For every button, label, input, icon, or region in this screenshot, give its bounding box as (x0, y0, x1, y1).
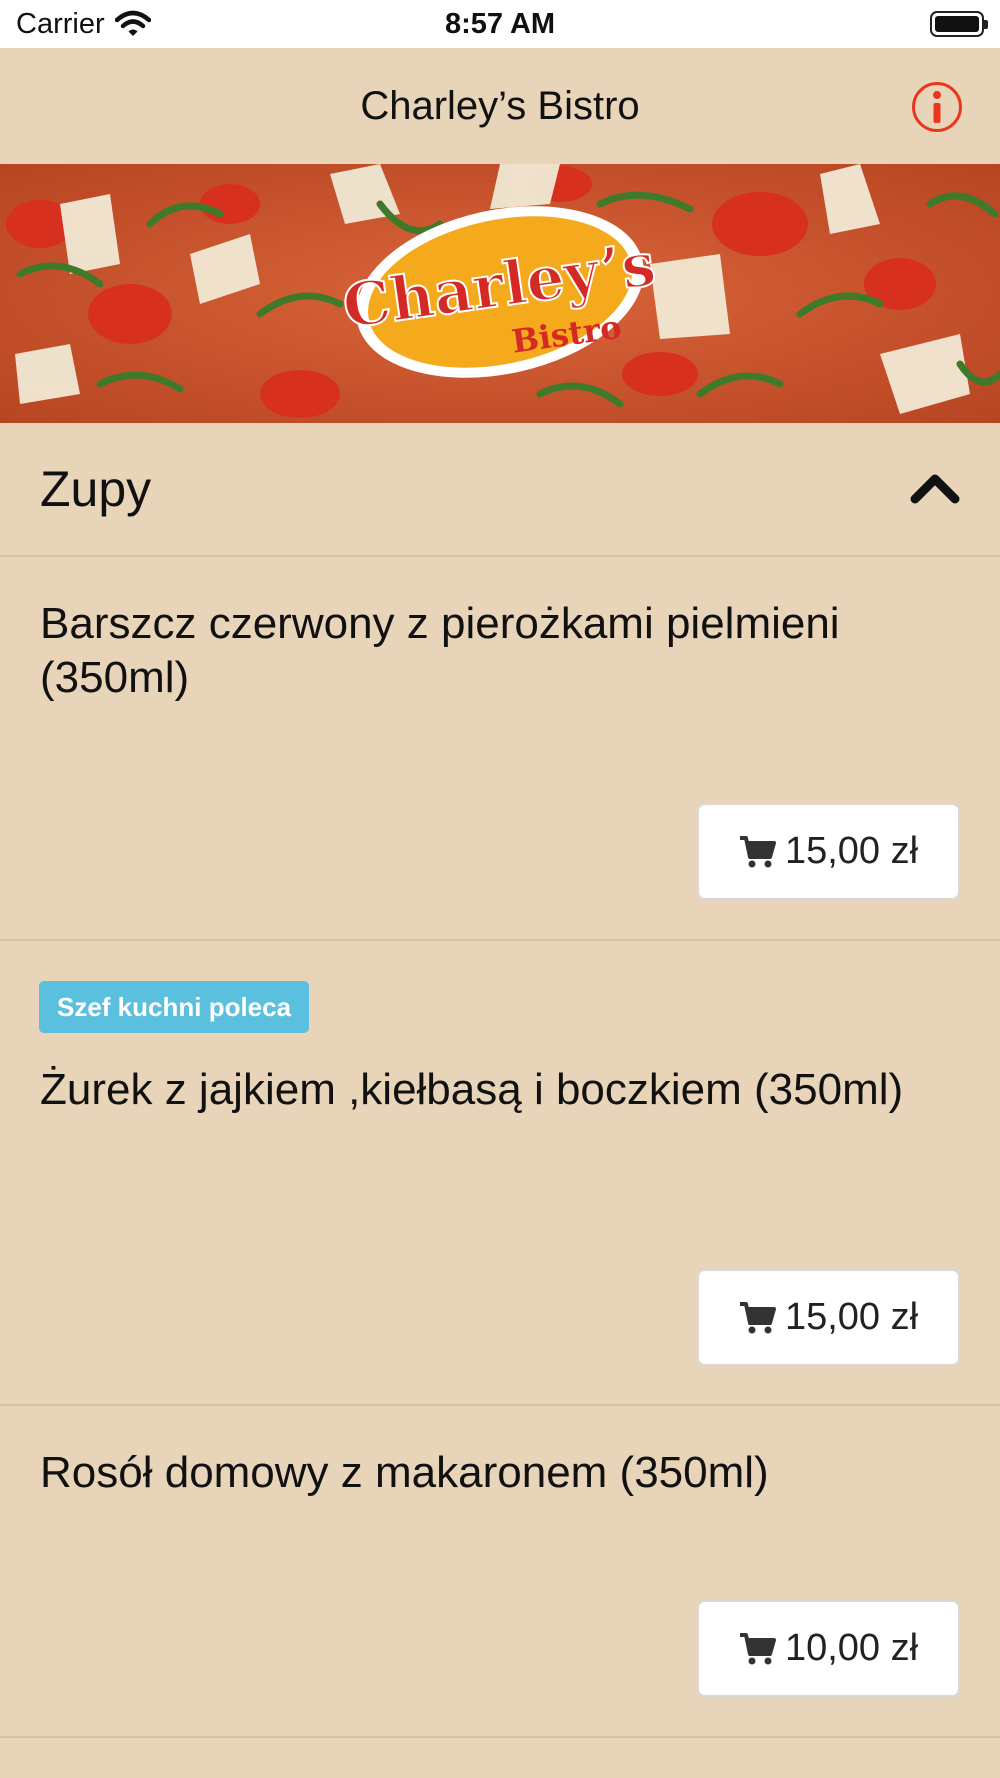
add-to-cart-button[interactable]: 15,00 zł (697, 803, 960, 900)
item-price: 10,00 zł (784, 1627, 919, 1669)
restaurant-banner: Charley’s Bistro (0, 164, 1000, 423)
battery-icon (930, 11, 988, 37)
item-name: Barszcz czerwony z pierożkami pielmieni … (40, 599, 840, 702)
add-to-cart-button[interactable]: 10,00 zł (697, 1600, 960, 1697)
chef-recommends-badge: Szef kuchni poleca (39, 981, 310, 1033)
menu-item: Rosół domowy z makaronem (350ml) 10,00 z… (0, 1406, 1000, 1738)
status-bar: Carrier 8:57 AM (0, 0, 1000, 48)
navigation-bar: Charley’s Bistro (0, 48, 1000, 164)
menu-item: Barszcz czerwony z pierożkami pielmieni … (0, 557, 1000, 941)
wifi-icon (114, 10, 151, 36)
cart-icon (739, 835, 776, 867)
carrier-label: Carrier (16, 7, 105, 40)
info-circle-icon (933, 91, 941, 123)
banner-image: Charley’s Bistro (0, 164, 1000, 423)
info-button[interactable] (912, 82, 962, 132)
item-name: Rosół domowy z makaronem (350ml) (40, 1448, 769, 1497)
add-to-cart-button[interactable]: 15,00 zł (697, 1269, 960, 1366)
item-price: 15,00 zł (784, 1296, 919, 1338)
category-header[interactable]: Zupy (0, 423, 1000, 557)
menu-item: Szef kuchni poleca Żurek z jajkiem ,kieł… (0, 941, 1000, 1406)
item-name: Żurek z jajkiem ,kiełbasą i boczkiem (35… (40, 1065, 904, 1114)
cart-icon (739, 1301, 776, 1333)
item-price: 15,00 zł (784, 830, 919, 872)
page-title: Charley’s Bistro (360, 83, 640, 128)
status-left: Carrier (16, 8, 151, 41)
chevron-up-icon[interactable] (910, 467, 960, 507)
status-right (930, 11, 988, 37)
cart-icon (739, 1632, 776, 1664)
category-title: Zupy (40, 461, 152, 517)
